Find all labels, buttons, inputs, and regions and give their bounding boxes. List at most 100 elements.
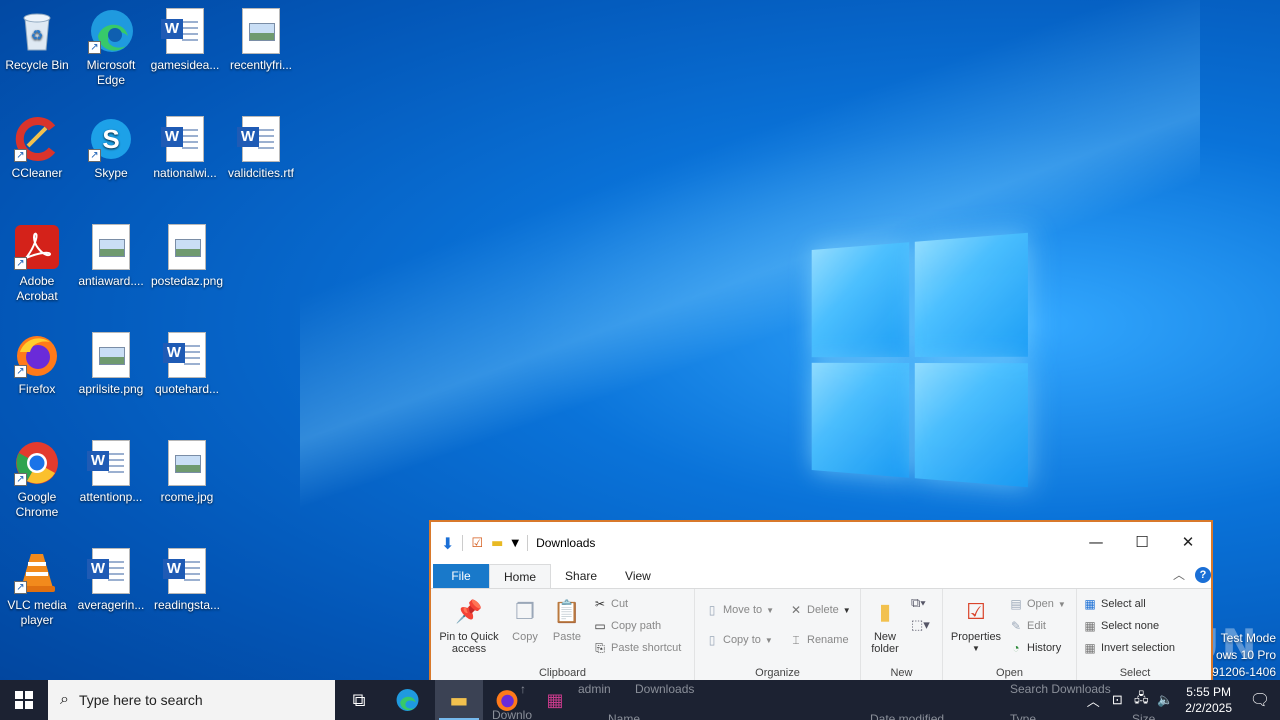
desktop-icon-firefox[interactable]: ↗ Firefox bbox=[0, 332, 74, 397]
taskbar-firefox-button[interactable] bbox=[483, 680, 531, 720]
properties-button[interactable]: ☑ Properties ▼ bbox=[947, 597, 1005, 655]
group-label: New bbox=[890, 667, 913, 679]
desktop-icon-edge[interactable]: ↗ Microsoft Edge bbox=[74, 8, 148, 88]
windows-start-icon bbox=[15, 691, 33, 709]
pin-quick-access-button[interactable]: 📌 Pin to Quick access bbox=[437, 597, 501, 656]
network-status-icon[interactable]: ⊡ bbox=[1105, 692, 1129, 708]
taskbar-explorer-button[interactable]: ▬ bbox=[435, 680, 483, 720]
desktop-icon-label: gamesidea... bbox=[150, 58, 220, 72]
desktop-icon-quotehard[interactable]: W quotehard... bbox=[150, 332, 224, 397]
history-label: History bbox=[1027, 642, 1062, 654]
tab-share[interactable]: Share bbox=[551, 564, 611, 588]
word-doc-icon: W bbox=[237, 116, 284, 162]
desktop-icon-label: postedaz.png bbox=[150, 274, 224, 288]
delete-x-icon: ✕ bbox=[790, 603, 802, 617]
invert-selection-button[interactable]: ▦ Invert selection bbox=[1083, 639, 1175, 657]
desktop-icon-label: nationalwi... bbox=[153, 166, 217, 180]
rename-button[interactable]: ⌶ Rename bbox=[789, 631, 849, 649]
desktop-icon-label: attentionp... bbox=[79, 490, 143, 504]
desktop-icon-antiaward[interactable]: antiaward.... bbox=[74, 224, 148, 289]
chevron-down-icon: ▼ bbox=[766, 605, 775, 615]
desktop-icon-validcities[interactable]: W validcities.rtf bbox=[224, 116, 298, 181]
desktop-icon-skype[interactable]: S ↗ Skype bbox=[74, 116, 148, 181]
copy-path-button[interactable]: ▭ Copy path bbox=[593, 617, 661, 635]
desktop-icon-gamesidea[interactable]: W gamesidea... bbox=[148, 8, 222, 73]
desktop-icon-readingsta[interactable]: W readingsta... bbox=[150, 548, 224, 613]
minimize-button[interactable]: — bbox=[1073, 522, 1119, 562]
cut-label: Cut bbox=[611, 598, 629, 610]
folder-icon[interactable]: ▬ bbox=[491, 536, 503, 551]
collapse-ribbon-icon[interactable]: ︿ bbox=[1173, 566, 1185, 583]
paste-shortcut-button[interactable]: ⎘ Paste shortcut bbox=[593, 639, 681, 657]
chevron-up-icon[interactable]: ︿ bbox=[1081, 691, 1105, 710]
svg-text:♻: ♻ bbox=[31, 27, 44, 43]
notification-icon[interactable]: 🗨 bbox=[1240, 680, 1280, 720]
desktop-icon-postedaz[interactable]: postedaz.png bbox=[150, 224, 224, 289]
desktop-icon-recentlyfri[interactable]: recentlyfri... bbox=[224, 8, 298, 73]
sysinfo-line: 91206-1406 bbox=[1211, 665, 1276, 679]
history-button[interactable]: ◔ History bbox=[1009, 639, 1061, 657]
desktop-icon-rcome[interactable]: rcome.jpg bbox=[150, 440, 224, 505]
open-button[interactable]: ▤ Open ▼ bbox=[1009, 595, 1066, 613]
window-titlebar[interactable]: ⬇ ☑ ▬ ▼ Downloads — ☐ ✕ bbox=[431, 522, 1211, 564]
chrome-icon: ↗ bbox=[14, 440, 60, 486]
shortcut-arrow-icon: ↗ bbox=[14, 257, 27, 270]
select-all-button[interactable]: ▦ Select all bbox=[1083, 595, 1145, 613]
desktop-icon-ccleaner[interactable]: ↗ CCleaner bbox=[0, 116, 74, 181]
network-icon[interactable]: 🖧 bbox=[1129, 689, 1153, 711]
edit-button[interactable]: ✎ Edit bbox=[1009, 617, 1046, 635]
copy-button[interactable]: ❐ Copy bbox=[507, 597, 543, 644]
desktop-icon-nationalwi[interactable]: W nationalwi... bbox=[148, 116, 222, 181]
vlc-icon: ↗ bbox=[14, 548, 60, 594]
taskbar-edge-button[interactable] bbox=[383, 680, 431, 720]
new-item-icon[interactable]: ⧉▾ bbox=[911, 595, 926, 611]
down-arrow-icon[interactable]: ⬇ bbox=[441, 534, 454, 553]
image-file-icon bbox=[238, 8, 284, 54]
select-none-icon: ▦ bbox=[1084, 619, 1096, 633]
select-all-icon: ▦ bbox=[1084, 597, 1096, 611]
properties-check-icon[interactable]: ☑ bbox=[471, 536, 483, 551]
desktop-icon-chrome[interactable]: ↗ Google Chrome bbox=[0, 440, 74, 520]
help-icon[interactable]: ? bbox=[1195, 566, 1211, 583]
desktop-icon-label: recentlyfri... bbox=[229, 58, 292, 72]
desktop-icon-label: Recycle Bin bbox=[5, 58, 69, 72]
windows-logo-wallpaper bbox=[811, 232, 1028, 488]
copy-to-button[interactable]: ▯ Copy to ▼ bbox=[705, 631, 773, 649]
skype-icon: S ↗ bbox=[88, 116, 134, 162]
properties-check-icon: ☑ bbox=[966, 599, 986, 624]
tab-file[interactable]: File bbox=[433, 564, 489, 588]
rename-label: Rename bbox=[807, 634, 849, 646]
easy-access-icon[interactable]: ⬚▾ bbox=[911, 617, 930, 633]
tab-home[interactable]: Home bbox=[489, 564, 552, 588]
desktop-icon-acrobat[interactable]: ↗ Adobe Acrobat bbox=[0, 224, 74, 304]
move-to-button[interactable]: ▯ Move to ▼ bbox=[705, 601, 774, 619]
ccleaner-icon: ↗ bbox=[14, 116, 60, 162]
volume-icon[interactable]: 🔈 bbox=[1153, 692, 1177, 708]
maximize-button[interactable]: ☐ bbox=[1119, 522, 1165, 562]
taskbar-winrar-button[interactable]: ▦ bbox=[531, 680, 579, 720]
task-view-button[interactable]: ⧉ bbox=[335, 680, 383, 720]
desktop-icon-attentionp[interactable]: W attentionp... bbox=[74, 440, 148, 505]
taskbar-clock[interactable]: 5:55 PM 2/2/2025 bbox=[1177, 684, 1240, 716]
window-title: Downloads bbox=[536, 536, 596, 550]
image-file-icon bbox=[88, 332, 134, 378]
desktop-icon-aprilsite[interactable]: aprilsite.png bbox=[74, 332, 148, 397]
desktop-icon-recycle-bin[interactable]: ♻ Recycle Bin bbox=[0, 8, 74, 73]
close-button[interactable]: ✕ bbox=[1165, 522, 1211, 562]
new-folder-button[interactable]: ▮ New folder bbox=[867, 597, 903, 656]
group-open: ☑ Properties ▼ ▤ Open ▼ ✎ Edit ◔ History… bbox=[943, 589, 1077, 681]
desktop-icon-averagerin[interactable]: W averagerin... bbox=[74, 548, 148, 613]
delete-button[interactable]: ✕ Delete ▼ bbox=[789, 601, 851, 619]
properties-label: Properties bbox=[950, 631, 1002, 643]
cut-button[interactable]: ✂ Cut bbox=[593, 595, 628, 613]
chevron-down-icon[interactable]: ▼ bbox=[511, 538, 519, 549]
winrar-icon: ▦ bbox=[546, 689, 564, 711]
tab-view[interactable]: View bbox=[611, 564, 665, 588]
select-none-button[interactable]: ▦ Select none bbox=[1083, 617, 1159, 635]
start-button[interactable] bbox=[0, 680, 48, 720]
desktop-icon-vlc[interactable]: ↗ VLC media player bbox=[0, 548, 74, 628]
group-label: Organize bbox=[755, 667, 800, 679]
paste-button[interactable]: 📋 Paste bbox=[549, 597, 585, 644]
taskbar-search-box[interactable]: ⌕ Type here to search bbox=[48, 680, 335, 720]
ribbon-tabs: File Home Share View ︿ ? bbox=[431, 564, 1211, 588]
